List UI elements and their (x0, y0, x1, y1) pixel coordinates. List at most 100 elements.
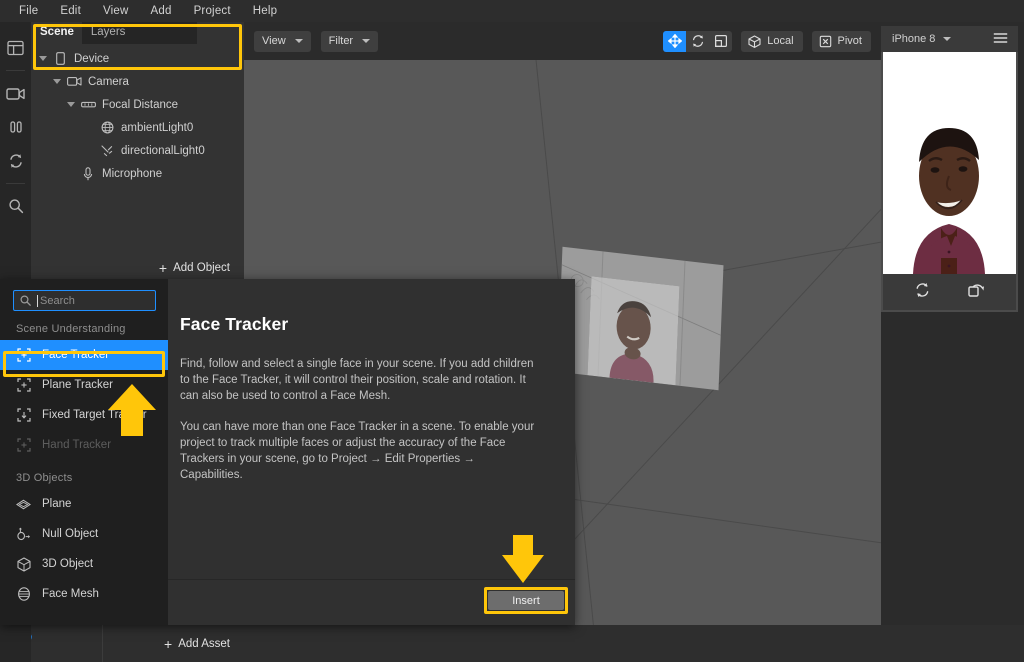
fixed-target-tracker-icon (16, 408, 31, 423)
asset-item-label: Plane (42, 498, 72, 510)
focal-distance-icon (80, 98, 96, 112)
scale-tool-icon[interactable] (709, 30, 733, 52)
directional-light-icon (99, 144, 115, 158)
menu-item-add[interactable]: Add (140, 2, 183, 20)
text-cursor (37, 294, 38, 307)
asset-item-face-mesh[interactable]: Face Mesh (0, 579, 168, 609)
asset-item-label: 3D Object (42, 558, 94, 570)
tree-node-microphone[interactable]: Microphone (31, 162, 244, 185)
view-dropdown[interactable]: View (254, 30, 311, 52)
detail-paragraph-1: Find, follow and select a single face in… (180, 358, 534, 402)
cube-icon (16, 556, 31, 572)
menu-item-help[interactable]: Help (242, 2, 288, 20)
menu-bar: File Edit View Add Project Help (0, 0, 1024, 22)
device-selector-label[interactable]: iPhone 8 (892, 33, 935, 45)
asset-item-label: Face Tracker (42, 349, 110, 361)
preview-portrait-image (883, 52, 1016, 274)
layout-panel-icon[interactable] (0, 31, 31, 65)
hamburger-menu-icon[interactable] (993, 32, 1008, 47)
disclosure-triangle-icon[interactable] (53, 79, 61, 84)
pivot-label: Pivot (837, 35, 862, 47)
asset-item-fixed-target-tracker[interactable]: Fixed Target Tracker (0, 400, 168, 430)
add-asset-picker-dialog: Search Scene Understanding Face Tracker … (0, 279, 575, 625)
asset-item-label: Hand Tracker (42, 439, 112, 451)
video-camera-icon[interactable] (0, 76, 31, 110)
plane-icon (16, 497, 31, 512)
tree-node-ambientlight0[interactable]: ambientLight0 (31, 116, 244, 139)
tree-node-label: ambientLight0 (121, 121, 194, 134)
chevron-down-icon[interactable] (943, 37, 952, 41)
menu-item-edit[interactable]: Edit (49, 2, 92, 20)
add-asset-label: Add Asset (178, 637, 230, 650)
tree-node-label: Device (74, 52, 110, 65)
asset-item-face-tracker[interactable]: Face Tracker (0, 340, 168, 370)
spark-ar-studio-window: File Edit View Add Project Help View Fil… (0, 0, 1024, 662)
preview-screen[interactable] (883, 52, 1016, 274)
plane-tracker-icon (16, 378, 31, 393)
asset-item-3d-object[interactable]: 3D Object (0, 549, 168, 579)
refresh-sync-icon[interactable] (0, 144, 31, 178)
preview-header: iPhone 8 (881, 26, 1018, 52)
search-placeholder: Search (40, 294, 75, 307)
pause-icon[interactable] (0, 110, 31, 144)
add-object-label: Add Object (173, 261, 230, 274)
rotate-tool-icon[interactable] (686, 30, 710, 52)
detail-footer: Insert (168, 579, 575, 625)
tree-node-label: Camera (88, 75, 129, 88)
local-space-toggle[interactable]: Local (741, 30, 803, 52)
menu-item-file[interactable]: File (8, 2, 49, 20)
add-asset-button[interactable]: + Add Asset (103, 625, 244, 662)
search-icon[interactable] (0, 189, 31, 223)
cube-icon (748, 34, 761, 48)
add-object-button[interactable]: + Add Object (31, 253, 244, 282)
tree-node-camera[interactable]: Camera (31, 70, 244, 93)
plus-icon: + (164, 635, 173, 652)
tab-layers[interactable]: Layers (81, 22, 197, 44)
transform-tool-group (663, 30, 733, 52)
insert-button[interactable]: Insert (488, 591, 564, 610)
move-tool-icon[interactable] (663, 30, 687, 52)
tree-node-device[interactable]: Device (31, 47, 244, 70)
detail-body: Face Tracker Find, follow and select a s… (168, 279, 575, 483)
device-preview-panel: iPhone 8 (881, 26, 1018, 312)
asset-detail-panel: Face Tracker Find, follow and select a s… (168, 279, 575, 625)
ambient-light-icon (99, 121, 115, 135)
disclosure-triangle-icon[interactable] (67, 102, 75, 107)
group-label-scene-understanding: Scene Understanding (16, 323, 126, 335)
face-tracker-plane[interactable] (557, 246, 724, 391)
scene-tree: Device Camera Focal Distance ambientLigh… (31, 44, 244, 185)
asset-category-list: Search Scene Understanding Face Tracker … (0, 279, 168, 625)
search-wrapper: Search (0, 279, 168, 311)
null-object-icon (16, 527, 31, 542)
tab-scene[interactable]: Scene (31, 22, 82, 44)
search-icon (20, 295, 31, 306)
preview-footer (883, 274, 1016, 310)
hierarchy-tabs: Scene Layers (31, 22, 244, 44)
switch-camera-icon[interactable] (914, 282, 931, 303)
filter-dropdown[interactable]: Filter (320, 30, 379, 52)
local-label: Local (767, 35, 794, 47)
tree-node-directionallight0[interactable]: directionalLight0 (31, 139, 244, 162)
device-phone-icon (52, 52, 68, 66)
asset-item-label: Fixed Target Tracker (42, 409, 147, 421)
asset-item-null-object[interactable]: Null Object (0, 519, 168, 549)
face-mesh-icon (16, 587, 31, 602)
chevron-down-icon (294, 39, 303, 43)
chevron-down-icon (362, 39, 371, 43)
menu-item-project[interactable]: Project (183, 2, 242, 20)
detail-title: Face Tracker (180, 314, 289, 334)
disclosure-triangle-icon[interactable] (39, 56, 47, 61)
plus-icon: + (158, 259, 168, 276)
asset-item-plane[interactable]: Plane (0, 489, 168, 519)
pivot-icon (819, 35, 831, 47)
asset-item-plane-tracker[interactable]: Plane Tracker (0, 370, 168, 400)
tree-node-label: Microphone (102, 167, 163, 180)
tree-node-focal-distance[interactable]: Focal Distance (31, 93, 244, 116)
viewport-face-preview (587, 276, 680, 386)
menu-item-view[interactable]: View (92, 2, 140, 20)
asset-item-label: Plane Tracker (42, 379, 113, 391)
search-input[interactable]: Search (13, 290, 156, 311)
rotate-device-icon[interactable] (967, 282, 985, 303)
pivot-toggle[interactable]: Pivot (811, 30, 871, 52)
bottom-bar: ? + Add Asset (0, 625, 1024, 662)
